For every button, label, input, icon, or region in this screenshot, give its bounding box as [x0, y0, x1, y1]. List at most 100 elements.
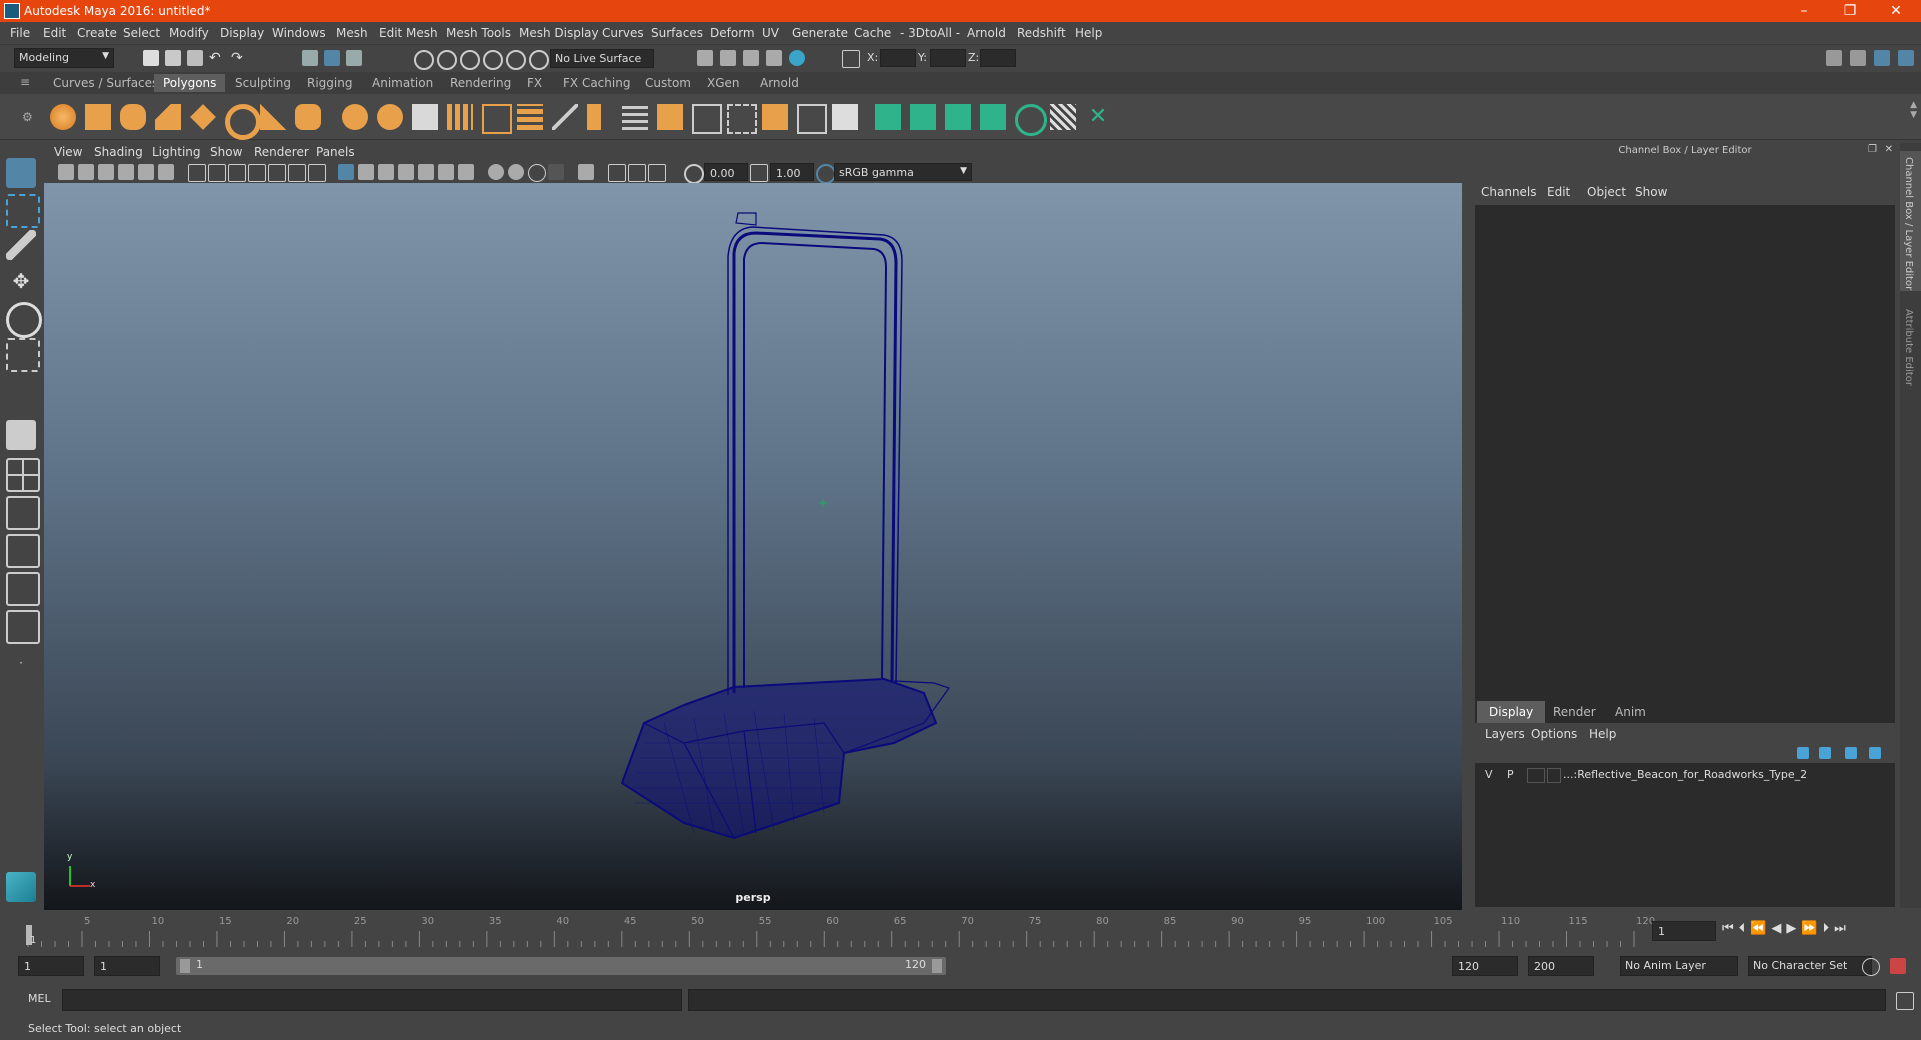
depth-of-field-icon[interactable] [528, 164, 546, 182]
xray-icon[interactable] [578, 164, 594, 180]
menu-deform[interactable]: Deform [710, 26, 755, 40]
current-frame-field[interactable]: 1 [1652, 921, 1716, 941]
layout-graph-icon[interactable] [6, 572, 40, 606]
menu-redshift[interactable]: Redshift [1017, 26, 1066, 40]
new-scene-icon[interactable] [143, 50, 159, 66]
command-language-label[interactable]: MEL [28, 992, 51, 1005]
tab-animation[interactable]: Animation [363, 74, 442, 92]
layer-visibility-toggle[interactable]: V [1485, 768, 1493, 781]
scale-tool-icon[interactable] [6, 338, 40, 372]
extract-icon[interactable] [412, 104, 438, 130]
bridge-icon[interactable] [517, 104, 543, 130]
menu-modify[interactable]: Modify [169, 26, 209, 40]
step-back-key-icon[interactable]: ⏪ [1750, 921, 1771, 936]
toolbox-more-icon[interactable]: · [6, 648, 36, 678]
move-layer-up-icon[interactable] [1797, 747, 1809, 759]
select-camera-icon[interactable] [58, 164, 74, 180]
smooth-icon[interactable] [447, 104, 473, 130]
channel-box-toggle-icon[interactable] [1874, 50, 1890, 66]
combine-icon[interactable] [342, 104, 368, 130]
bookmark-icon[interactable] [98, 164, 114, 180]
modeling-toolkit-icon[interactable] [1826, 50, 1842, 66]
textured-icon[interactable] [398, 164, 414, 180]
grease-pencil-icon[interactable] [158, 164, 174, 180]
time-slider[interactable]: 1 5 10 15 20 25 30 35 40 45 50 55 60 65 70 75 80 85 90 95 10… [22, 915, 1655, 947]
uv-cylindrical-icon[interactable] [910, 104, 936, 130]
render-view-icon[interactable] [789, 50, 805, 66]
uv-automatic-icon[interactable] [980, 104, 1006, 130]
snap-view-icon[interactable] [483, 50, 503, 70]
character-set-dropdown[interactable]: No Character Set [1748, 956, 1872, 976]
menu-help[interactable]: Help [1075, 26, 1102, 40]
layer-menu-options[interactable]: Options [1531, 727, 1577, 741]
xray-components-icon[interactable] [628, 164, 646, 182]
menu-display[interactable]: Display [220, 26, 264, 40]
create-layer-from-selection-icon[interactable] [1869, 747, 1881, 759]
cb-menu-object[interactable]: Object [1587, 185, 1626, 199]
tab-sculpting[interactable]: Sculpting [226, 74, 300, 92]
color-space-dropdown[interactable]: sRGB gamma ▼ [834, 163, 972, 181]
menu-mesh[interactable]: Mesh [336, 26, 368, 40]
tab-render[interactable]: Render [1541, 701, 1608, 723]
tab-arnold[interactable]: Arnold [751, 74, 808, 92]
layer-name[interactable]: ...:Reflective_Beacon_for_Roadworks_Type… [1563, 768, 1807, 781]
snap-curve-icon[interactable] [437, 50, 457, 70]
menu-cache[interactable]: Cache [854, 26, 891, 40]
camera-attributes-icon[interactable] [78, 164, 94, 180]
layout-toggle-icon[interactable] [1898, 50, 1914, 66]
float-panel-icon[interactable]: ❐ [1868, 144, 1877, 155]
step-forward-frame-icon[interactable]: ⏵ [1823, 921, 1835, 936]
safe-title-icon[interactable] [308, 164, 326, 182]
gamma-icon[interactable] [750, 164, 768, 182]
separate-icon[interactable] [377, 104, 403, 130]
transform-mode-icon[interactable] [842, 50, 860, 68]
layout-outliner-icon[interactable] [6, 534, 40, 568]
perspective-viewport[interactable]: y x persp [44, 183, 1462, 910]
mirror-icon[interactable] [482, 104, 512, 134]
poly-cone-icon[interactable] [155, 104, 181, 130]
tab-rigging[interactable]: Rigging [298, 74, 361, 92]
xray-joints-icon[interactable] [608, 164, 626, 182]
range-slider[interactable]: 1 120 [176, 957, 946, 975]
exposure-field[interactable]: 0.00 [704, 163, 748, 181]
layer-menu-help[interactable]: Help [1589, 727, 1616, 741]
animation-end-field[interactable]: 200 [1528, 956, 1594, 976]
snap-grid-icon[interactable] [414, 50, 434, 70]
tab-display[interactable]: Display [1477, 701, 1546, 723]
field-chart-icon[interactable] [268, 164, 286, 182]
save-scene-icon[interactable] [187, 50, 203, 66]
merge-icon[interactable] [832, 104, 858, 130]
y-field[interactable] [930, 49, 966, 67]
create-empty-layer-icon[interactable] [1845, 747, 1857, 759]
uv-layout-icon[interactable]: ✕ [1085, 104, 1111, 130]
command-input[interactable] [62, 989, 682, 1011]
shelf-options-gear-icon[interactable]: ⚙ [22, 110, 33, 124]
rotate-tool-icon[interactable] [6, 302, 42, 338]
animation-start-field[interactable]: 1 [18, 956, 84, 976]
playback-start-field[interactable]: 1 [94, 956, 160, 976]
script-editor-icon[interactable] [1896, 992, 1914, 1010]
make-hole-icon[interactable] [727, 104, 757, 134]
film-gate-icon[interactable] [208, 164, 226, 182]
range-start-handle[interactable] [180, 959, 190, 973]
poly-torus-icon[interactable] [225, 104, 261, 140]
tab-anim[interactable]: Anim [1603, 701, 1658, 723]
move-layer-down-icon[interactable] [1819, 747, 1831, 759]
restore-button[interactable]: ❐ [1827, 0, 1873, 22]
wedge-icon[interactable] [797, 104, 827, 134]
menu-windows[interactable]: Windows [272, 26, 326, 40]
menu-surfaces[interactable]: Surfaces [651, 26, 703, 40]
gate-mask-icon[interactable] [248, 164, 266, 182]
shadows-icon[interactable] [438, 164, 454, 180]
select-component-icon[interactable] [346, 50, 362, 66]
side-tab-attribute-editor[interactable]: Attribute Editor [1900, 303, 1921, 403]
uv-editor-icon[interactable] [1050, 104, 1076, 130]
uv-spherical-icon[interactable] [945, 104, 971, 130]
append-polygon-icon[interactable] [622, 104, 648, 130]
menu-curves[interactable]: Curves [602, 26, 644, 40]
z-field[interactable] [980, 49, 1016, 67]
vp-menu-show[interactable]: Show [210, 145, 242, 159]
multi-cut-icon[interactable] [552, 104, 578, 130]
shelf-scroll-arrows-icon[interactable]: ▲ ▼ [1910, 100, 1917, 120]
poly-pipe-icon[interactable] [295, 104, 321, 130]
